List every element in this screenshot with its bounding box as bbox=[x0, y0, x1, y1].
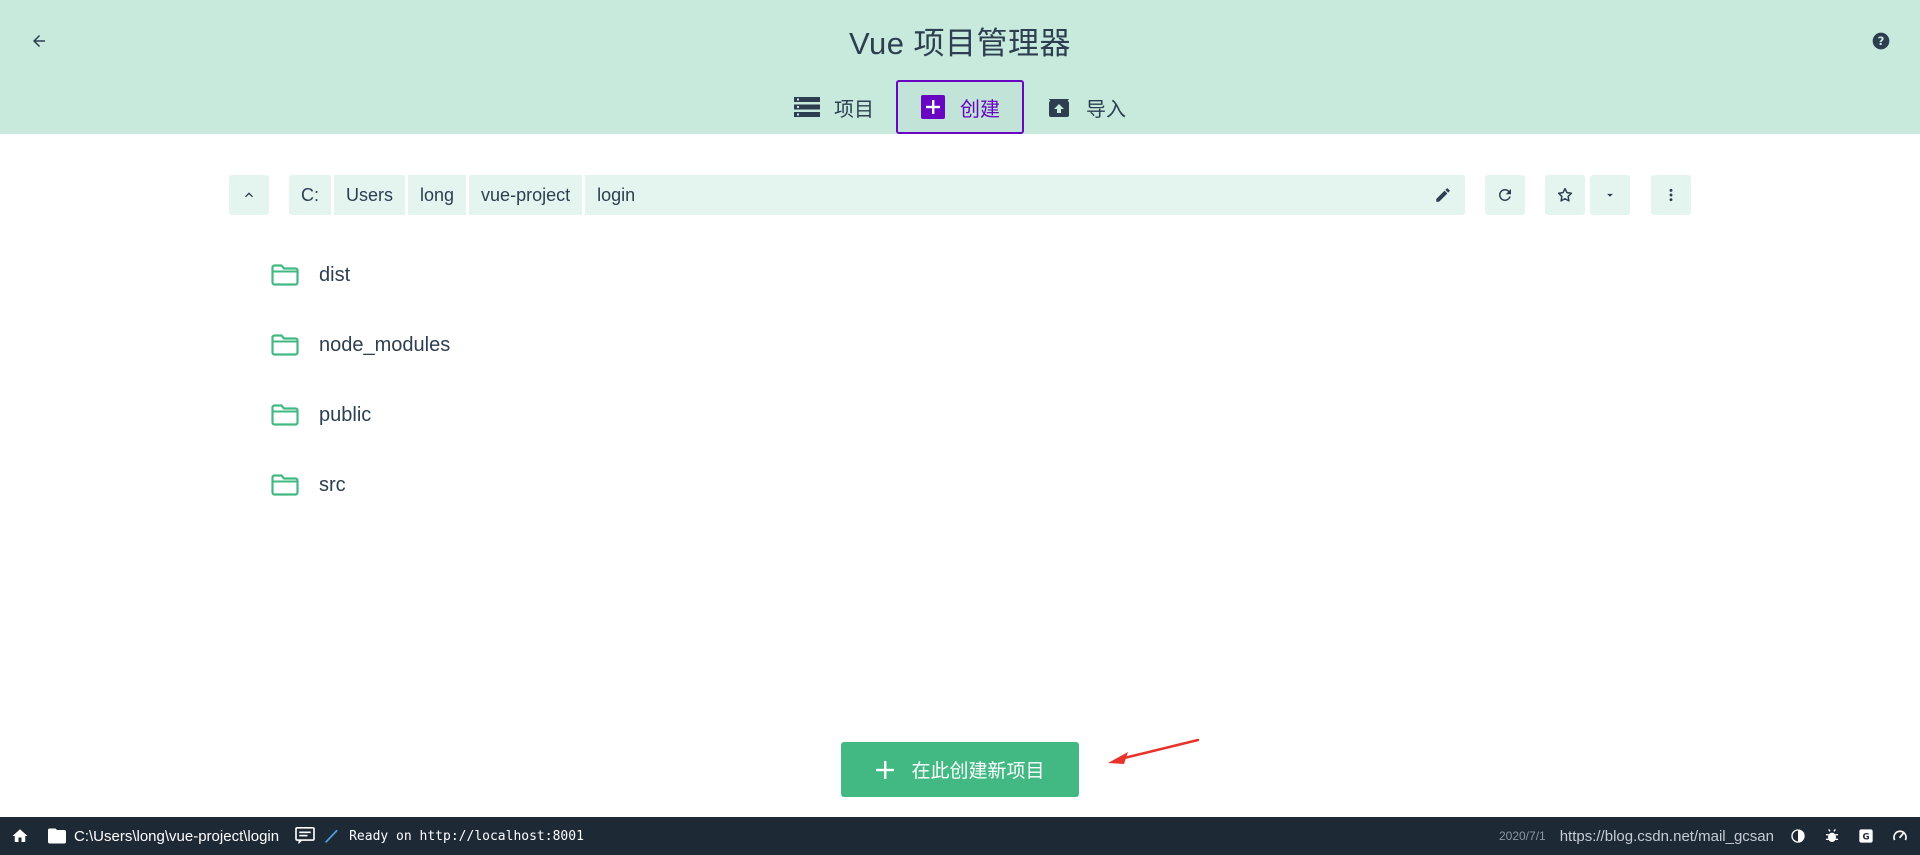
current-path-text: C:\Users\long\vue-project\login bbox=[74, 827, 280, 845]
console-log-text: Ready on http://localhost:8001 bbox=[349, 828, 584, 844]
edit-path-button[interactable] bbox=[1431, 183, 1455, 207]
breadcrumb: C: Users long vue-project login bbox=[289, 175, 1465, 215]
contrast-icon bbox=[1791, 829, 1805, 843]
folder-item[interactable]: public bbox=[240, 380, 1640, 450]
chevron-up-icon bbox=[245, 192, 253, 198]
folder-name: src bbox=[319, 473, 346, 496]
path-bar: C: Users long vue-project login bbox=[229, 175, 1691, 215]
annotation-arrow-icon bbox=[1108, 738, 1200, 764]
svg-text:?: ? bbox=[1878, 34, 1885, 48]
favorite-button[interactable] bbox=[1545, 175, 1585, 215]
speed-icon bbox=[1893, 830, 1907, 841]
breadcrumb-item[interactable]: Users bbox=[334, 175, 409, 215]
dark-mode-toggle[interactable] bbox=[1788, 826, 1808, 846]
create-project-here-button[interactable]: 在此创建新项目 bbox=[841, 742, 1079, 797]
folder-item[interactable]: node_modules bbox=[240, 310, 1640, 380]
app-title: Vue 项目管理器 bbox=[848, 26, 1072, 61]
tab-create[interactable]: 创建 bbox=[896, 80, 1024, 134]
refresh-button[interactable] bbox=[1485, 175, 1525, 215]
add-box-icon bbox=[920, 94, 946, 120]
tab-bar: 项目 创建 导入 bbox=[0, 80, 1920, 134]
folder-icon bbox=[255, 400, 315, 430]
more-vertical-icon bbox=[1669, 188, 1673, 202]
parent-folder-button[interactable] bbox=[229, 175, 269, 215]
status-bar-right: 2020/7/1 https://blog.csdn.net/mail_gcsa… bbox=[1499, 817, 1910, 855]
folder-name: dist bbox=[319, 263, 351, 286]
breadcrumb-item[interactable]: long bbox=[408, 175, 470, 215]
svg-text:G: G bbox=[1862, 832, 1869, 842]
unarchive-icon bbox=[1046, 94, 1072, 120]
tab-projects[interactable]: 项目 bbox=[772, 80, 896, 134]
tab-import-label: 导入 bbox=[1086, 96, 1126, 121]
plus-icon bbox=[876, 760, 895, 779]
folder-list: dist node_modules public src bbox=[240, 240, 1640, 520]
folder-icon bbox=[48, 828, 66, 844]
create-project-here-label: 在此创建新项目 bbox=[911, 760, 1045, 782]
tab-import[interactable]: 导入 bbox=[1024, 80, 1148, 134]
pencil-icon bbox=[1436, 188, 1450, 202]
folder-icon bbox=[255, 470, 315, 500]
header: Vue 项目管理器 ? 项目 创建 导入 bbox=[0, 0, 1920, 134]
favorites-dropdown-button[interactable] bbox=[1590, 175, 1630, 215]
status-date: 2020/7/1 bbox=[1498, 829, 1546, 843]
more-options-button[interactable] bbox=[1651, 175, 1691, 215]
tab-projects-label: 项目 bbox=[834, 96, 874, 121]
dashboard-button[interactable] bbox=[1890, 826, 1910, 846]
breadcrumb-item[interactable]: vue-project bbox=[469, 175, 586, 215]
watermark-text: https://blog.csdn.net/mail_gcsan bbox=[1559, 827, 1774, 845]
message-icon bbox=[295, 827, 315, 845]
console-log[interactable]: Ready on http://localhost:8001 bbox=[289, 817, 590, 855]
folder-item[interactable]: dist bbox=[240, 240, 1640, 310]
translate-icon: G bbox=[1859, 829, 1873, 843]
folder-item[interactable]: src bbox=[240, 450, 1640, 520]
help-button[interactable]: ? bbox=[1866, 26, 1896, 56]
checkmark-icon bbox=[325, 829, 338, 843]
folder-name: public bbox=[319, 403, 372, 426]
report-bug-button[interactable] bbox=[1822, 826, 1842, 846]
tab-create-label: 创建 bbox=[960, 96, 1000, 121]
home-button[interactable] bbox=[0, 817, 40, 855]
home-icon bbox=[12, 829, 28, 842]
breadcrumb-item[interactable]: C: bbox=[289, 175, 334, 215]
star-outline-icon bbox=[1557, 187, 1573, 202]
breadcrumb-item[interactable]: login bbox=[585, 175, 647, 215]
bug-icon bbox=[1826, 828, 1838, 842]
folder-icon bbox=[255, 330, 315, 360]
translate-button[interactable]: G bbox=[1856, 826, 1876, 846]
folder-name: node_modules bbox=[319, 333, 451, 356]
refresh-icon bbox=[1498, 188, 1511, 201]
list-icon bbox=[794, 94, 820, 120]
caret-down-icon bbox=[1607, 193, 1613, 197]
status-bar: C:\Users\long\vue-project\login Ready on… bbox=[0, 817, 1920, 855]
current-path[interactable]: C:\Users\long\vue-project\login bbox=[40, 817, 289, 855]
folder-icon bbox=[255, 260, 315, 290]
help-icon: ? bbox=[1872, 32, 1890, 50]
